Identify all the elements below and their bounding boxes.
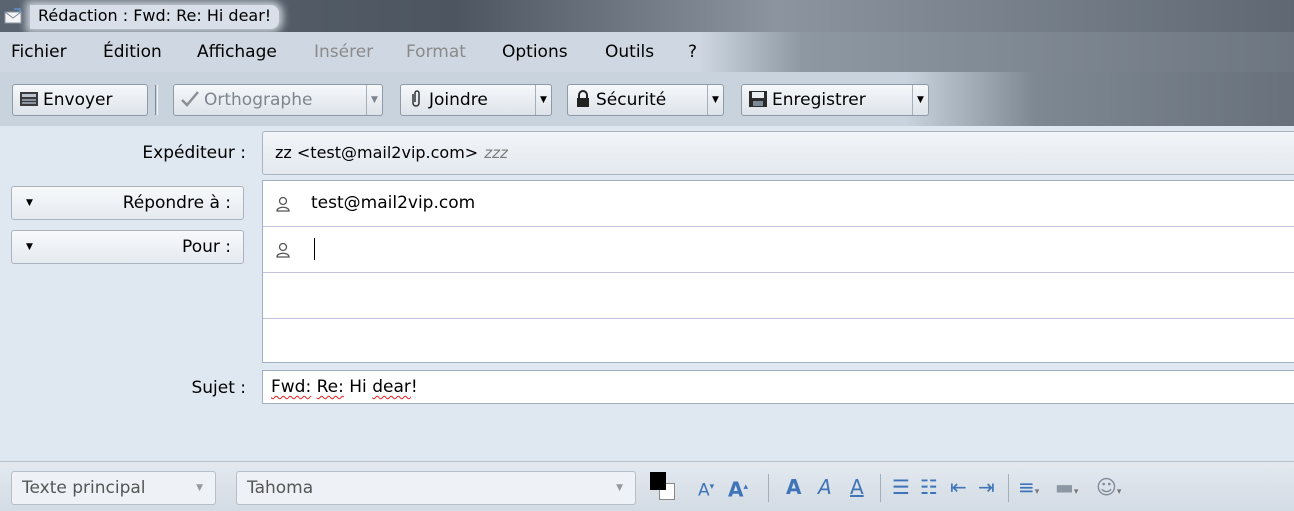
- spelling-label: Orthographe: [204, 90, 313, 110]
- chevron-down-icon: ▼: [196, 483, 203, 493]
- send-button[interactable]: Envoyer: [12, 84, 148, 116]
- font-family-value: Tahoma: [247, 478, 314, 498]
- larger-text-icon[interactable]: A▴: [728, 474, 748, 503]
- recipient-row-empty[interactable]: [263, 319, 1294, 365]
- attach-label: Joindre: [429, 90, 488, 110]
- security-button[interactable]: Sécurité ▼: [567, 84, 724, 116]
- bold-icon[interactable]: A: [786, 474, 801, 500]
- contact-icon: [276, 242, 290, 258]
- paperclip-icon: [412, 90, 420, 107]
- security-label: Sécurité: [596, 90, 667, 110]
- increase-indent-icon[interactable]: ⇥: [978, 474, 995, 500]
- from-address: zz <test@mail2vip.com>: [275, 143, 479, 162]
- recipient-row-reply-to[interactable]: test@mail2vip.com: [263, 181, 1294, 227]
- menu-options[interactable]: Options: [502, 40, 568, 64]
- security-dropdown-arrow[interactable]: ▼: [707, 85, 723, 115]
- attach-dropdown-arrow[interactable]: ▼: [535, 85, 551, 115]
- italic-icon[interactable]: A: [818, 474, 832, 500]
- format-toolbar: Texte principal ▼ Tahoma ▼ A▾ A▴ A A A ☰…: [0, 461, 1294, 511]
- checkmark-icon: [181, 91, 199, 107]
- recipient-row-to[interactable]: [263, 227, 1294, 273]
- format-separator: [768, 474, 769, 502]
- menu-format[interactable]: Format: [406, 40, 466, 64]
- smaller-text-icon[interactable]: A▾: [698, 474, 714, 504]
- compose-window-icon: [4, 8, 22, 24]
- subject-word-dear: dear: [372, 377, 411, 397]
- from-label: Expéditeur :: [142, 143, 246, 163]
- recipients-list: test@mail2vip.com: [262, 180, 1294, 363]
- smiley-icon[interactable]: ☺▾: [1096, 474, 1121, 505]
- menu-fichier[interactable]: Fichier: [11, 40, 67, 64]
- spelling-dropdown-arrow[interactable]: ▼: [366, 85, 382, 115]
- from-selector[interactable]: zz <test@mail2vip.com> zzz: [262, 131, 1294, 175]
- paragraph-style-value: Texte principal: [22, 478, 146, 498]
- spelling-button[interactable]: Orthographe ▼: [173, 84, 383, 116]
- decrease-indent-icon[interactable]: ⇤: [950, 474, 967, 500]
- format-separator: [880, 474, 881, 502]
- attach-button[interactable]: Joindre ▼: [400, 84, 552, 116]
- save-button[interactable]: Enregistrer ▼: [741, 84, 929, 116]
- numbered-list-icon[interactable]: ☷: [920, 474, 938, 500]
- chevron-down-icon: ▼: [26, 198, 33, 208]
- send-icon: [20, 92, 38, 106]
- align-icon[interactable]: ≡▾: [1018, 474, 1039, 505]
- title-bar: Rédaction : Fwd: Re: Hi dear!: [0, 0, 1294, 32]
- from-identity: zzz: [484, 144, 508, 162]
- subject-word-hi: Hi: [349, 377, 367, 397]
- text-color-picker[interactable]: [650, 472, 676, 502]
- chevron-down-icon: ▼: [616, 483, 623, 493]
- subject-input[interactable]: Fwd: Re: Hi dear!: [262, 370, 1294, 404]
- compose-toolbar: Envoyer Orthographe ▼ Joindre ▼ Sécurité…: [0, 72, 1294, 126]
- lock-icon: [577, 90, 589, 107]
- contact-icon: [276, 196, 290, 212]
- save-label: Enregistrer: [772, 90, 866, 110]
- reply-to-type-button[interactable]: ▼ Répondre à :: [11, 186, 244, 220]
- to-label: Pour :: [182, 237, 231, 257]
- font-family-select[interactable]: Tahoma ▼: [236, 471, 636, 505]
- chevron-down-icon: ▼: [26, 242, 33, 252]
- text-color-swatch: [650, 472, 666, 490]
- floppy-disk-icon: [749, 91, 767, 107]
- save-dropdown-arrow[interactable]: ▼: [912, 85, 928, 115]
- to-type-button[interactable]: ▼ Pour :: [11, 230, 244, 264]
- underline-icon[interactable]: A: [850, 474, 864, 500]
- bulleted-list-icon[interactable]: ☰: [892, 474, 910, 500]
- send-label: Envoyer: [43, 90, 113, 110]
- text-cursor: [314, 238, 315, 260]
- menu-edition[interactable]: Édition: [103, 40, 162, 64]
- menu-help[interactable]: ?: [688, 40, 697, 64]
- insert-image-icon[interactable]: ▬▾: [1055, 474, 1078, 505]
- subject-word-re: Re:: [316, 377, 344, 397]
- paragraph-style-select[interactable]: Texte principal ▼: [11, 471, 216, 505]
- subject-punct: !: [410, 377, 418, 397]
- toolbar-separator: [155, 85, 158, 115]
- format-separator: [1008, 474, 1009, 502]
- subject-word-fwd: Fwd:: [271, 377, 312, 397]
- menu-outils[interactable]: Outils: [605, 40, 654, 64]
- reply-to-address[interactable]: test@mail2vip.com: [311, 191, 475, 215]
- menu-affichage[interactable]: Affichage: [197, 40, 277, 64]
- menu-inserer[interactable]: Insérer: [314, 40, 373, 64]
- recipient-row-empty[interactable]: [263, 273, 1294, 319]
- message-headers: Expéditeur : zz <test@mail2vip.com> zzz ▼…: [0, 126, 1294, 461]
- window-title: Rédaction : Fwd: Re: Hi dear!: [30, 5, 280, 29]
- menu-bar: Fichier Édition Affichage Insérer Format…: [0, 32, 1294, 72]
- subject-label: Sujet :: [191, 378, 246, 398]
- reply-to-label: Répondre à :: [122, 193, 231, 213]
